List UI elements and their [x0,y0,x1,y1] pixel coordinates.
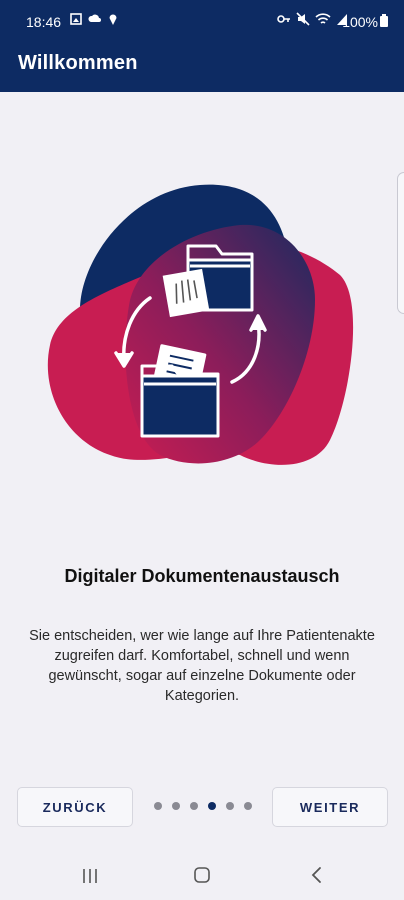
onboarding-headline: Digitaler Dokumentenaustausch [64,566,340,586]
cloud-icon [88,14,101,22]
page-dot [172,802,180,810]
page-dot-active [208,802,216,810]
onboarding-description: Sie entscheiden, wer wie lange auf Ihre … [29,628,375,704]
status-bar: 18:46 100% [0,0,404,44]
recents-icon[interactable] [82,868,98,884]
location-icon [109,14,117,25]
page-dot [154,802,162,810]
xray-document-icon [162,268,210,318]
wifi-icon [315,13,331,24]
next-button[interactable]: WEITER [272,787,388,827]
page-dot [190,802,198,810]
edge-panel-handle[interactable] [397,172,404,314]
page-dot [226,802,234,810]
back-button[interactable]: ZURÜCK [17,787,133,827]
page-indicator [154,802,252,810]
page-title: Willkommen [18,52,138,74]
key-icon [277,15,290,23]
page-dot [244,802,252,810]
status-time: 18:46 [26,14,62,30]
status-right-icons [277,12,348,26]
battery-percentage: 100% [342,14,378,30]
home-icon[interactable] [193,866,211,884]
gallery-icon [70,13,82,25]
back-icon[interactable] [310,866,324,884]
battery-icon [380,14,388,27]
onboarding-illustration [47,184,354,465]
status-left-icons [70,12,118,26]
mute-icon [296,12,310,26]
